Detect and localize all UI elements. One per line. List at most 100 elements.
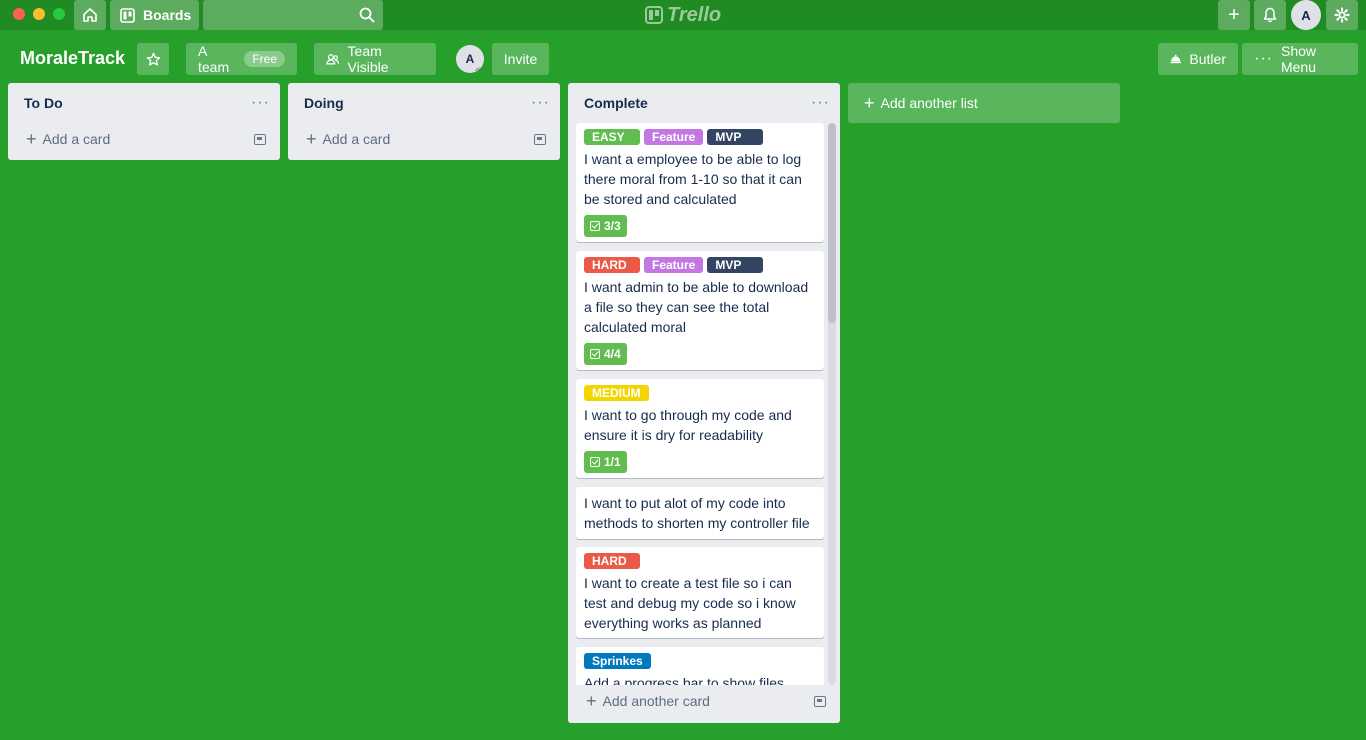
list-title[interactable]: Doing (304, 95, 344, 111)
home-button[interactable] (74, 0, 106, 30)
notifications-button[interactable] (1254, 0, 1286, 30)
settings-button[interactable] (1326, 0, 1358, 30)
list-header: Complete ··· (568, 83, 840, 123)
checklist-icon (590, 349, 600, 359)
search-icon (359, 7, 375, 23)
card-title: I want a employee to be able to log ther… (584, 151, 802, 207)
checklist-badge: 4/4 (584, 343, 627, 365)
window-maximize-button[interactable] (53, 8, 65, 20)
add-card-label: Add another card (602, 693, 710, 709)
plus-icon: + (586, 690, 597, 711)
bell-icon (1263, 7, 1277, 23)
team-label: A team (198, 43, 230, 75)
cards-container: EASY Feature MVP I want a employee to be… (576, 123, 824, 685)
card-template-icon[interactable] (814, 695, 826, 707)
card[interactable]: I want to put alot of my code into metho… (576, 487, 824, 539)
card[interactable]: Sprinkes Add a progress bar to show file… (576, 647, 824, 685)
card-label: MVP (707, 257, 764, 273)
add-another-card-button[interactable]: + Add another card (586, 691, 710, 712)
list-header: Doing ··· (288, 83, 560, 123)
window-minimize-button[interactable] (33, 8, 45, 20)
add-list-label: Add another list (880, 95, 978, 111)
card[interactable]: MEDIUM I want to go through my code and … (576, 379, 824, 478)
trello-logo-icon (645, 6, 663, 24)
card-labels: HARD Feature MVP (584, 257, 816, 273)
create-button[interactable]: + (1218, 0, 1250, 30)
card-label: Sprinkes (584, 653, 651, 669)
list-menu-icon[interactable]: ··· (531, 94, 550, 112)
card[interactable]: EASY Feature MVP I want a employee to be… (576, 123, 824, 242)
board-title[interactable]: MoraleTrack (20, 48, 125, 69)
card-labels: Sprinkes (584, 653, 816, 669)
top-bar: Boards Trello + A (0, 0, 1366, 30)
card[interactable]: HARD I want to create a test file so i c… (576, 547, 824, 638)
butler-bell-icon (1170, 54, 1182, 64)
card-label: Feature (644, 129, 704, 145)
invite-button[interactable]: Invite (492, 43, 549, 75)
list-header: To Do ··· (8, 83, 280, 123)
checklist-icon (590, 457, 600, 467)
list-scrollbar-thumb[interactable] (828, 123, 836, 323)
card-label: MVP (707, 129, 764, 145)
card-title: Add a progress bar to show files (584, 675, 784, 685)
card-title: I want to go through my code and ensure … (584, 407, 792, 443)
card-labels: MEDIUM (584, 385, 816, 401)
team-button[interactable]: A team Free (186, 43, 297, 75)
plus-icon: + (1228, 3, 1240, 26)
list-menu-icon[interactable]: ··· (811, 94, 830, 112)
butler-button[interactable]: Butler (1158, 43, 1238, 75)
boards-button[interactable]: Boards (110, 0, 199, 30)
add-list-button[interactable]: + Add another list (848, 83, 1120, 123)
card[interactable]: HARD Feature MVP I want admin to be able… (576, 251, 824, 370)
trello-logo[interactable]: Trello (645, 3, 721, 27)
add-card-button[interactable]: + Add a card (26, 129, 110, 150)
card-labels: EASY Feature MVP (584, 129, 816, 145)
plus-icon: + (864, 92, 875, 113)
add-card-row: + Add a card (8, 123, 280, 155)
search-input[interactable] (203, 0, 383, 30)
add-card-row: + Add a card (288, 123, 560, 155)
checklist-icon (590, 221, 600, 231)
plus-icon: + (306, 128, 317, 149)
boards-label: Boards (143, 7, 192, 23)
checklist-count: 1/1 (604, 455, 621, 469)
list-complete: Complete ··· EASY Feature MVP I want a e… (568, 83, 840, 723)
list-doing: Doing ··· + Add a card (288, 83, 560, 160)
card-title: I want to put alot of my code into metho… (584, 495, 810, 531)
add-card-button[interactable]: + Add a card (306, 129, 390, 150)
user-avatar[interactable]: A (1291, 0, 1321, 30)
card-title: I want to create a test file so i can te… (584, 575, 796, 631)
list-menu-icon[interactable]: ··· (251, 94, 270, 112)
add-card-label: Add a card (322, 131, 391, 147)
checklist-badge: 1/1 (584, 451, 627, 473)
card-label: MEDIUM (584, 385, 649, 401)
window-close-button[interactable] (13, 8, 25, 20)
visibility-button[interactable]: Team Visible (314, 43, 436, 75)
checklist-count: 4/4 (604, 347, 621, 361)
admin-chevron-icon: ︽ (475, 63, 483, 72)
home-icon (83, 8, 97, 22)
visibility-label: Team Visible (347, 43, 389, 75)
list-title[interactable]: Complete (584, 95, 648, 111)
star-icon (146, 52, 160, 66)
add-card-row: + Add another card (568, 685, 840, 717)
card-title: I want admin to be able to download a fi… (584, 279, 809, 335)
show-menu-button[interactable]: ··· Show Menu (1242, 43, 1358, 75)
card-label: EASY (584, 129, 640, 145)
logo-text: Trello (667, 3, 722, 26)
star-board-button[interactable] (137, 43, 169, 75)
more-dots-icon: ··· (1254, 50, 1273, 67)
card-labels: HARD (584, 553, 816, 569)
card-label: HARD (584, 257, 640, 273)
card-template-icon[interactable] (254, 133, 266, 145)
butler-label: Butler (1189, 51, 1226, 67)
card-template-icon[interactable] (534, 133, 546, 145)
list-todo: To Do ··· + Add a card (8, 83, 280, 160)
list-title[interactable]: To Do (24, 95, 63, 111)
show-menu-label: Show Menu (1280, 43, 1317, 75)
add-card-label: Add a card (42, 131, 111, 147)
plus-icon: + (26, 128, 37, 149)
card-label: HARD (584, 553, 640, 569)
gear-icon (1334, 7, 1350, 23)
boards-icon (120, 7, 135, 23)
